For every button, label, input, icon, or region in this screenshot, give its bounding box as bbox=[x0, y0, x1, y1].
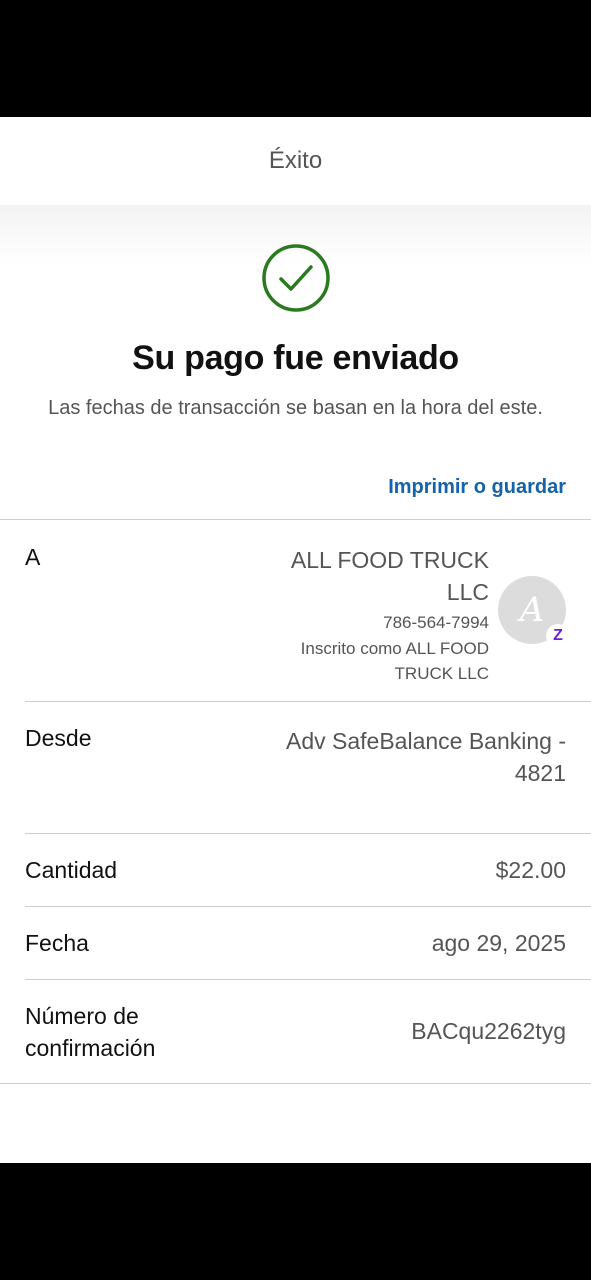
recipient-text: ALL FOOD TRUCK LLC 786-564-7994 Inscrito… bbox=[249, 544, 489, 686]
from-account: Adv SafeBalance Banking - 4821 bbox=[285, 728, 566, 786]
avatar: A Z bbox=[498, 576, 570, 648]
amount-row: Cantidad $22.00 bbox=[0, 834, 591, 906]
from-row: Desde Adv SafeBalance Banking - 4821 bbox=[0, 702, 591, 833]
navigation-bar-area bbox=[0, 1163, 591, 1280]
payment-success-screen: Éxito Su pago fue enviado Las fechas de … bbox=[0, 117, 591, 1163]
status-bar-area bbox=[0, 0, 591, 117]
amount-value: $22.00 bbox=[495, 856, 566, 883]
amount-label: Cantidad bbox=[25, 856, 118, 883]
zelle-badge-icon: Z bbox=[546, 624, 570, 648]
recipient-phone: 786-564-7994 bbox=[383, 613, 489, 632]
page-title: Éxito bbox=[268, 147, 323, 174]
confirmation-value: BACqu2262tyg bbox=[411, 1018, 566, 1044]
recipient-name: ALL FOOD TRUCK LLC bbox=[290, 547, 489, 605]
print-row: Imprimir o guardar bbox=[0, 423, 591, 519]
from-label: Desde bbox=[25, 725, 92, 751]
confirmation-row: Número de confirmación BACqu2262tyg bbox=[0, 980, 591, 1083]
zelle-badge-letter: Z bbox=[553, 627, 563, 644]
recipient-label: A bbox=[25, 544, 41, 570]
date-value: ago 29, 2025 bbox=[431, 929, 566, 956]
page-header: Éxito bbox=[0, 117, 591, 205]
print-or-save-link[interactable]: Imprimir o guardar bbox=[388, 476, 566, 499]
success-title: Su pago fue enviado bbox=[132, 339, 459, 377]
divider bbox=[0, 1083, 591, 1084]
recipient-info: ALL FOOD TRUCK LLC 786-564-7994 Inscrito… bbox=[249, 544, 570, 701]
date-label: Fecha bbox=[25, 929, 89, 956]
recipient-row: A ALL FOOD TRUCK LLC 786-564-7994 Inscri… bbox=[0, 520, 591, 701]
confirmation-label: Número de confirmación bbox=[25, 1002, 156, 1061]
check-circle-icon bbox=[261, 244, 330, 312]
date-row: Fecha ago 29, 2025 bbox=[0, 907, 591, 979]
recipient-enrolled-as: Inscrito como ALL FOOD TRUCK LLC bbox=[300, 639, 489, 683]
success-subtitle: Las fechas de transacción se basan en la… bbox=[48, 397, 543, 419]
avatar-letter: A bbox=[519, 590, 545, 630]
success-hero: Su pago fue enviado Las fechas de transa… bbox=[0, 205, 591, 423]
